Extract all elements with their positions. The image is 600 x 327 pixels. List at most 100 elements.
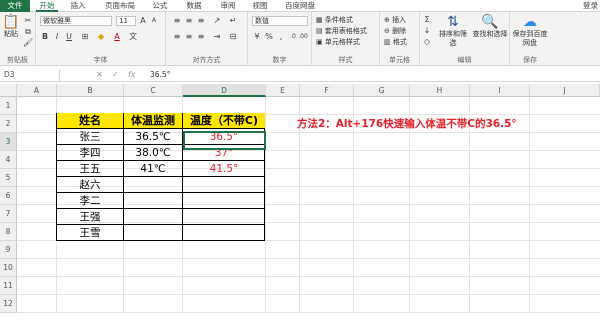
clear-icon[interactable]: ◇ <box>422 37 432 47</box>
row-header-6[interactable]: 6 <box>0 187 17 205</box>
row-header-2[interactable]: 2 <box>0 115 17 133</box>
select-all-corner[interactable] <box>0 84 17 97</box>
row-header-9[interactable]: 9 <box>0 241 17 259</box>
insert-cells-button[interactable]: ⊕ 插入 <box>384 15 406 25</box>
column-header-i[interactable]: I <box>470 84 530 97</box>
table-cell[interactable] <box>183 209 265 225</box>
tab-data[interactable]: 数据 <box>184 0 204 12</box>
tab-insert[interactable]: 插入 <box>68 0 88 12</box>
name-box[interactable]: D3 <box>0 69 60 81</box>
tab-review[interactable]: 审阅 <box>218 0 238 12</box>
table-cell[interactable]: 38.0℃ <box>124 145 183 161</box>
align-left-icon[interactable]: ≡ <box>172 32 182 42</box>
decrease-decimal-icon[interactable]: .00 <box>298 32 308 42</box>
table-header-cell[interactable]: 体温监测 <box>124 113 183 129</box>
table-cell[interactable]: 36.5℃ <box>124 129 183 145</box>
function-icon[interactable]: fx <box>128 69 136 81</box>
table-header-cell[interactable]: 温度（不带C) <box>183 113 265 129</box>
table-cell[interactable]: 王雪 <box>57 225 124 241</box>
tab-file[interactable]: 文件 <box>0 0 30 12</box>
table-cell[interactable]: 41℃ <box>124 161 183 177</box>
column-header-j[interactable]: J <box>530 84 600 97</box>
table-cell[interactable]: 李二 <box>57 193 124 209</box>
table-cell[interactable]: 张三 <box>57 129 124 145</box>
phonetic-icon[interactable]: 文 <box>128 32 138 42</box>
font-color-icon[interactable]: A <box>112 32 122 42</box>
indent-icon[interactable]: ⇥ <box>212 32 222 42</box>
row-header-5[interactable]: 5 <box>0 169 17 187</box>
row-header-7[interactable]: 7 <box>0 205 17 223</box>
table-cell[interactable]: 赵六 <box>57 177 124 193</box>
enter-icon[interactable]: ✓ <box>112 69 119 81</box>
tab-formulas[interactable]: 公式 <box>150 0 170 12</box>
cell-styles-button[interactable]: ▣ 单元格样式 <box>316 37 360 47</box>
format-as-table-button[interactable]: ▤ 套用表格格式 <box>316 26 367 36</box>
tab-baidu-pan[interactable]: 百度网盘 <box>282 0 318 12</box>
tab-view[interactable]: 视图 <box>250 0 270 12</box>
autosum-icon[interactable]: Σ <box>422 15 432 25</box>
row-header-10[interactable]: 10 <box>0 259 17 277</box>
table-cell[interactable] <box>124 225 183 241</box>
percent-icon[interactable]: % <box>264 32 274 42</box>
tab-home[interactable]: 开始 <box>36 0 58 12</box>
fill-icon[interactable]: ↓ <box>422 26 432 36</box>
tab-page-layout[interactable]: 页面布局 <box>102 0 138 12</box>
currency-icon[interactable]: ¥ <box>252 32 262 42</box>
row-header-1[interactable]: 1 <box>0 97 17 115</box>
login-link[interactable]: 登录 <box>583 0 598 12</box>
selected-cell-d3[interactable] <box>183 131 266 150</box>
column-header-b[interactable]: B <box>57 84 124 97</box>
fill-color-icon[interactable]: ◆ <box>96 32 106 42</box>
table-cell[interactable]: 41.5° <box>183 161 265 177</box>
number-format-select[interactable]: 数值 <box>252 16 308 26</box>
copy-icon[interactable]: ⧉ <box>23 27 33 37</box>
align-top-icon[interactable]: ≡ <box>172 16 182 26</box>
format-cells-button[interactable]: ▥ 格式 <box>384 37 407 47</box>
row-header-11[interactable]: 11 <box>0 277 17 295</box>
column-header-g[interactable]: G <box>354 84 410 97</box>
table-cell[interactable] <box>183 193 265 209</box>
font-name-select[interactable]: 微软雅黑 <box>40 16 112 26</box>
table-cell[interactable]: 李四 <box>57 145 124 161</box>
table-cell[interactable] <box>124 193 183 209</box>
format-painter-icon[interactable]: 🖌 <box>23 38 33 48</box>
bold-icon[interactable]: B <box>40 32 50 42</box>
worksheet-grid[interactable]: ABCDEFGHIJ 1 2 3 4 5 6 7 8 9 10 11 12 姓名 体温监测 温度（不带C)… <box>0 84 600 327</box>
row-header-3[interactable]: 3 <box>0 133 17 151</box>
row-header-4[interactable]: 4 <box>0 151 17 169</box>
merge-center-icon[interactable]: ⊟ <box>228 32 238 42</box>
formula-input[interactable]: 36.5° <box>150 69 170 81</box>
table-cell[interactable] <box>124 177 183 193</box>
table-cell[interactable] <box>124 209 183 225</box>
wrap-text-icon[interactable]: ↵ <box>228 16 238 26</box>
align-middle-icon[interactable]: ≡ <box>184 16 194 26</box>
font-size-select[interactable]: 11 <box>116 16 136 26</box>
table-cell[interactable] <box>183 225 265 241</box>
decrease-font-icon[interactable]: A <box>149 16 159 26</box>
find-select-button[interactable]: 🔍 查找和选择 <box>472 14 508 39</box>
align-bottom-icon[interactable]: ≡ <box>196 16 206 26</box>
sort-filter-button[interactable]: ⇅ 排序和筛选 <box>436 14 470 48</box>
column-header-d[interactable]: D <box>183 84 266 97</box>
save-to-baidu-button[interactable]: ☁ 保存到百度网盘 <box>512 14 548 48</box>
align-right-icon[interactable]: ≡ <box>196 32 206 42</box>
increase-font-icon[interactable]: A <box>138 16 148 26</box>
column-header-h[interactable]: H <box>410 84 470 97</box>
table-cell[interactable]: 王强 <box>57 209 124 225</box>
increase-decimal-icon[interactable]: .0 <box>288 32 298 42</box>
table-header-cell[interactable]: 姓名 <box>57 113 124 129</box>
column-header-a[interactable]: A <box>17 84 57 97</box>
border-icon[interactable]: ⊞ <box>80 32 90 42</box>
orientation-icon[interactable]: ↗ <box>212 16 222 26</box>
paste-button[interactable]: 📋 粘贴 <box>2 14 20 39</box>
table-cell[interactable]: 王五 <box>57 161 124 177</box>
cancel-icon[interactable]: ✕ <box>96 69 103 81</box>
cut-icon[interactable]: ✂ <box>23 16 33 26</box>
row-header-8[interactable]: 8 <box>0 223 17 241</box>
underline-icon[interactable]: U <box>64 32 74 42</box>
table-cell[interactable] <box>183 177 265 193</box>
italic-icon[interactable]: I <box>52 32 62 42</box>
row-header-12[interactable]: 12 <box>0 295 17 313</box>
align-center-icon[interactable]: ≡ <box>184 32 194 42</box>
column-header-f[interactable]: F <box>300 84 354 97</box>
